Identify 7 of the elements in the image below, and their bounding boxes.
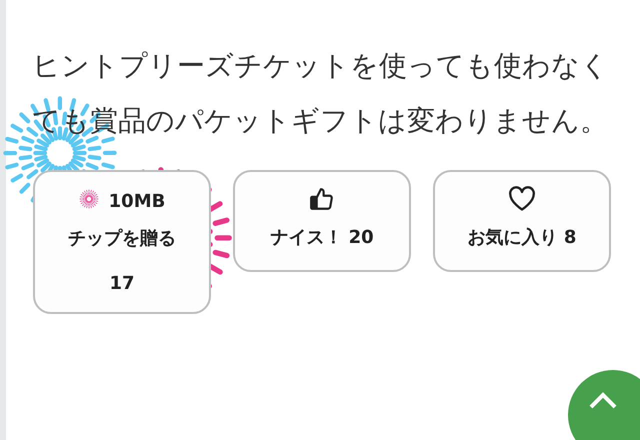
- like-button[interactable]: ナイス！ 20: [233, 170, 411, 272]
- thumbs-up-icon: [309, 186, 335, 212]
- firework-icon: [78, 188, 99, 208]
- tip-button[interactable]: 10MB チップを贈る 17: [33, 170, 211, 314]
- favorite-button[interactable]: お気に入り 8: [433, 170, 611, 272]
- chevron-up-icon: [588, 390, 618, 410]
- heart-icon: [508, 186, 536, 212]
